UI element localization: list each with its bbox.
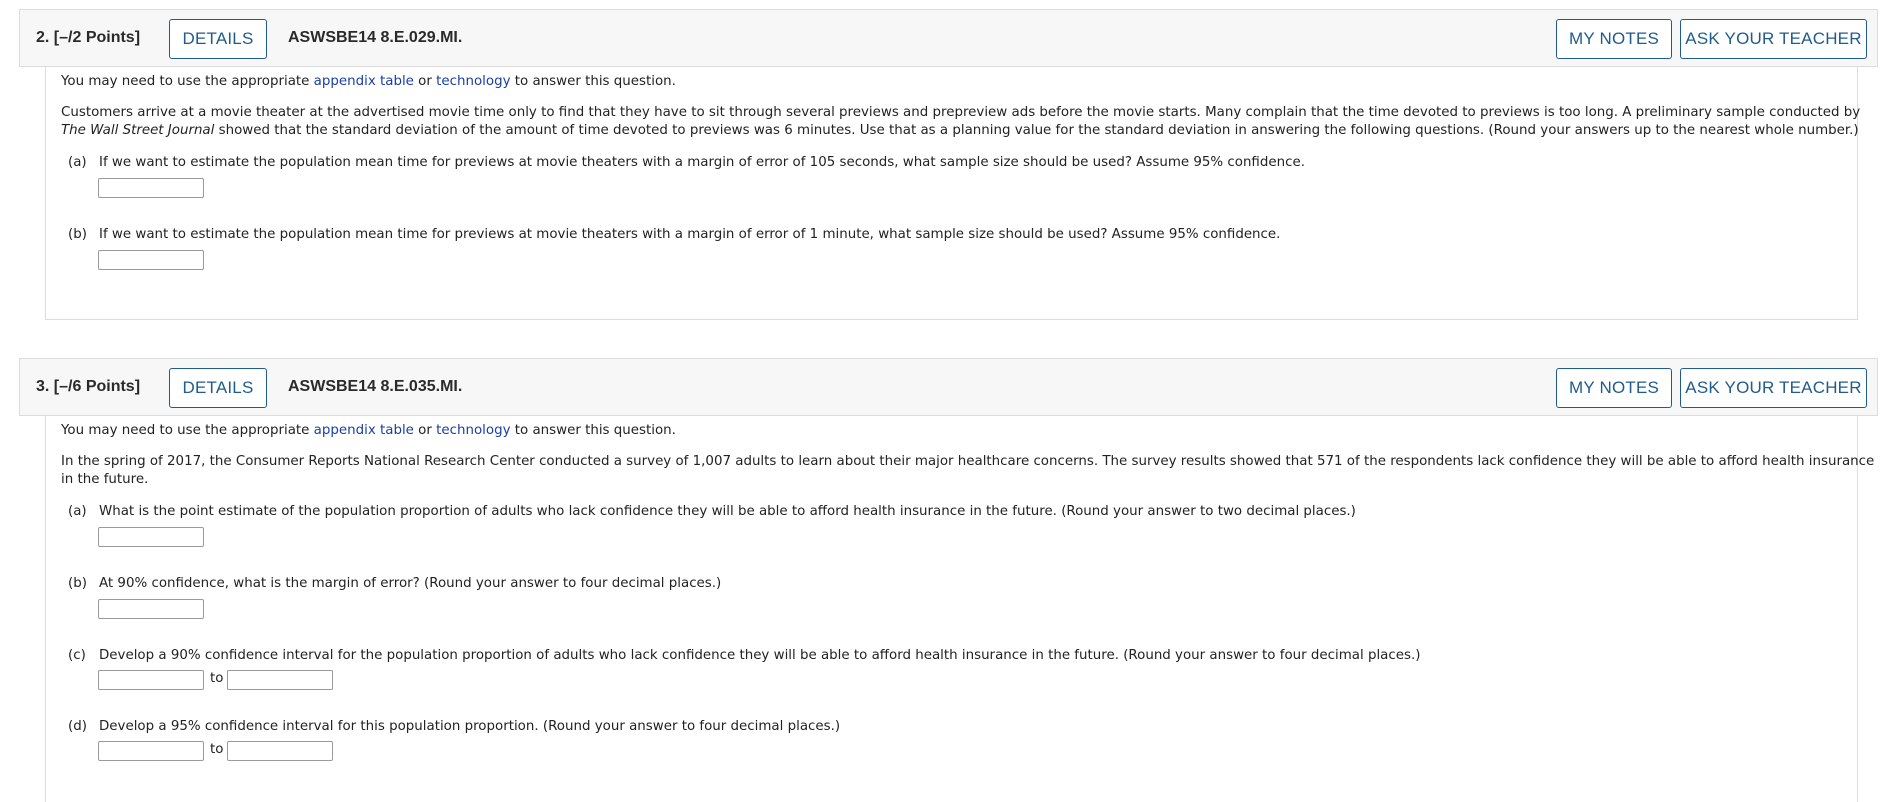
question-3: 3. [–/6 Points] DETAILS ASWSBE14 8.E.035… [19,358,1878,416]
question-stem-line-2: The Wall Street Journal showed that the … [61,123,1859,138]
appendix-table-link[interactable]: appendix table [314,423,414,438]
details-button[interactable]: DETAILS [169,19,267,59]
part-b-answer-input[interactable] [98,599,204,619]
part-a-label: (a) [68,504,87,519]
part-a-text: If we want to estimate the population me… [99,155,1305,170]
question-stem-line-2: in the future. [61,472,149,487]
part-d-label: (d) [68,719,87,734]
technology-link[interactable]: technology [436,423,510,438]
question-header: 3. [–/6 Points] DETAILS ASWSBE14 8.E.035… [19,358,1878,416]
part-c-lower-input[interactable] [98,670,204,690]
ask-your-teacher-button[interactable]: ASK YOUR TEACHER [1680,19,1867,59]
part-a-text: What is the point estimate of the popula… [99,504,1356,519]
question-stem-line-1: Customers arrive at a movie theater at t… [61,105,1861,120]
points-label: [–/6 Points] [53,378,141,395]
question-header: 2. [–/2 Points] DETAILS ASWSBE14 8.E.029… [19,9,1878,67]
question-2: 2. [–/2 Points] DETAILS ASWSBE14 8.E.029… [19,9,1878,67]
question-number: 3. [–/6 Points] [36,378,141,395]
part-c-label: (c) [68,648,86,663]
question-code: ASWSBE14 8.E.035.MI. [288,378,463,395]
intro-text: You may need to use the appropriate appe… [61,74,676,89]
part-b-label: (b) [68,576,87,591]
part-b-text: If we want to estimate the population me… [99,227,1281,242]
part-b-label: (b) [68,227,87,242]
wsj-title: The Wall Street Journal [61,123,215,138]
part-a-answer-input[interactable] [98,527,204,547]
appendix-table-link[interactable]: appendix table [314,74,414,89]
question-stem-line-1: In the spring of 2017, the Consumer Repo… [61,454,1875,469]
part-b-answer-input[interactable] [98,250,204,270]
part-d-lower-input[interactable] [98,741,204,761]
question-number: 2. [–/2 Points] [36,29,141,46]
question-code: ASWSBE14 8.E.029.MI. [288,29,463,46]
my-notes-button[interactable]: MY NOTES [1556,368,1672,408]
part-c-text: Develop a 90% confidence interval for th… [99,648,1421,663]
part-b-text: At 90% confidence, what is the margin of… [99,576,722,591]
question-body: You may need to use the appropriate appe… [45,67,1861,320]
my-notes-button[interactable]: MY NOTES [1556,19,1672,59]
points-label: [–/2 Points] [53,29,141,46]
part-a-answer-input[interactable] [98,178,204,198]
question-body: You may need to use the appropriate appe… [45,416,1874,802]
part-d-upper-input[interactable] [227,741,333,761]
part-d-text: Develop a 95% confidence interval for th… [99,719,841,734]
intro-text: You may need to use the appropriate appe… [61,423,676,438]
part-c-to-label: to [210,671,224,686]
part-a-label: (a) [68,155,87,170]
part-d-to-label: to [210,742,224,757]
details-button[interactable]: DETAILS [169,368,267,408]
technology-link[interactable]: technology [436,74,510,89]
part-c-upper-input[interactable] [227,670,333,690]
ask-your-teacher-button[interactable]: ASK YOUR TEACHER [1680,368,1867,408]
